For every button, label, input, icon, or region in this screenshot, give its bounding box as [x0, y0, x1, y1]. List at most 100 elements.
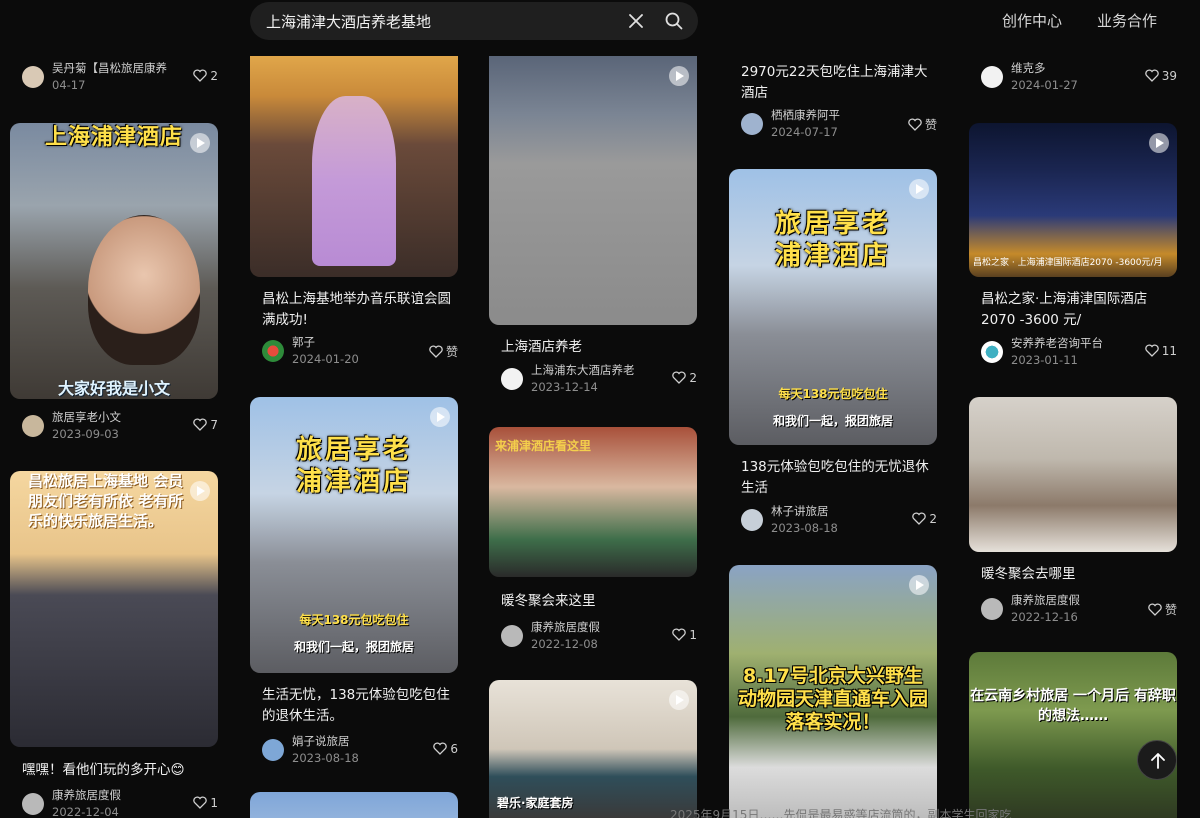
avatar[interactable]: [981, 66, 1003, 88]
play-icon: [669, 690, 689, 710]
author-name[interactable]: 上海浦东大酒店养老: [531, 362, 635, 378]
avatar[interactable]: [981, 341, 1003, 363]
card-meta[interactable]: 维克多 2024-01-27 39: [981, 60, 1177, 96]
card-meta[interactable]: 安养养老咨询平台 2023-01-11 11: [981, 335, 1177, 371]
search-icon[interactable]: [664, 11, 684, 31]
card-thumbnail[interactable]: [489, 56, 697, 325]
card-thumbnail[interactable]: [250, 56, 458, 277]
like-button[interactable]: 2: [912, 512, 937, 528]
thumbnail-overlay-caption: 昌松之家 · 上海浦津国际酒店2070 -3600元/月: [973, 258, 1163, 268]
heart-icon: [1144, 69, 1159, 85]
avatar[interactable]: [22, 66, 44, 88]
card-meta[interactable]: 娟子说旅居 2023-08-18 6: [262, 733, 458, 769]
post-date: 2022-12-04: [52, 805, 119, 818]
card-title[interactable]: 嘿嘿！看他们玩的多开心😊: [22, 760, 218, 781]
like-button[interactable]: 7: [193, 418, 218, 434]
card-title[interactable]: 暖冬聚会来这里: [501, 591, 697, 612]
like-button[interactable]: 赞: [429, 343, 458, 361]
card-meta[interactable]: 康养旅居度假 2022-12-08 1: [501, 619, 697, 655]
author-name[interactable]: 维克多: [1011, 60, 1046, 76]
avatar[interactable]: [501, 368, 523, 390]
nav-business-cooperation[interactable]: 业务合作: [1097, 10, 1157, 31]
card-meta[interactable]: 康养旅居度假 2022-12-04 1: [22, 787, 218, 818]
author-name[interactable]: 康养旅居度假: [531, 619, 600, 635]
like-button[interactable]: 赞: [1148, 601, 1177, 619]
like-button[interactable]: 1: [193, 796, 218, 812]
close-icon[interactable]: [626, 11, 646, 31]
avatar[interactable]: [741, 113, 763, 135]
post-date: 2024-01-20: [292, 352, 359, 366]
card-title[interactable]: 生活无忧，138元体验包吃包住的退休生活。: [262, 685, 458, 727]
like-count: 赞: [445, 345, 458, 359]
like-button[interactable]: 赞: [908, 116, 937, 134]
post-date: 2023-08-18: [292, 751, 359, 765]
card-meta[interactable]: 林子讲旅居 2023-08-18 2: [741, 503, 937, 539]
avatar[interactable]: [22, 415, 44, 437]
author-name[interactable]: 栖栖康养阿平: [771, 107, 840, 123]
like-button[interactable]: 11: [1144, 344, 1177, 360]
card-thumbnail[interactable]: 昌松旅居上海基地 会员朋友们老有所依 老有所乐的快乐旅居生活。: [10, 471, 218, 747]
heart-icon: [429, 345, 443, 361]
post-date: 2023-09-03: [52, 427, 119, 441]
card-thumbnail[interactable]: 旅居享老 浦津酒店 每天138元包吃包住 和我们一起，报团旅居: [250, 397, 458, 673]
play-icon: [190, 481, 210, 501]
avatar[interactable]: [981, 598, 1003, 620]
like-button[interactable]: 2: [672, 371, 697, 387]
like-button[interactable]: 1: [672, 628, 697, 644]
card-thumbnail[interactable]: [250, 792, 458, 818]
card-thumbnail[interactable]: 旅居享老 浦津酒店 每天138元包吃包住 和我们一起，报团旅居: [729, 169, 937, 445]
like-count: 2: [689, 371, 697, 385]
post-date: 2022-12-08: [531, 637, 598, 651]
author-name[interactable]: 康养旅居度假: [1011, 592, 1080, 608]
like-button[interactable]: 6: [433, 742, 458, 758]
card-title[interactable]: 138元体验包吃包住的无忧退休生活: [741, 457, 937, 499]
post-date: 2024-01-27: [1011, 78, 1078, 92]
card-meta[interactable]: 上海浦东大酒店养老 2023-12-14 2: [501, 362, 697, 398]
card-thumbnail[interactable]: 昌松之家 · 上海浦津国际酒店2070 -3600元/月: [969, 123, 1177, 277]
nav-creator-center[interactable]: 创作中心: [1002, 10, 1062, 31]
like-button[interactable]: 39: [1144, 69, 1177, 85]
post-date: 2023-01-11: [1011, 353, 1078, 367]
avatar[interactable]: [501, 625, 523, 647]
like-count: 11: [1161, 344, 1177, 358]
author-name[interactable]: 林子讲旅居: [771, 503, 829, 519]
play-icon: [909, 179, 929, 199]
search-bar[interactable]: 上海浦津大酒店养老基地: [250, 2, 698, 40]
card-title[interactable]: 2970元22天包吃住上海浦津大酒店: [741, 62, 937, 104]
avatar[interactable]: [22, 793, 44, 815]
like-button[interactable]: 2: [193, 69, 218, 85]
card-title[interactable]: 昌松上海基地举办音乐联谊会圆满成功!: [262, 289, 458, 331]
heart-icon: [1148, 603, 1162, 619]
card-meta[interactable]: 郭子 2024-01-20 赞: [262, 334, 458, 370]
author-name[interactable]: 康养旅居度假: [52, 787, 121, 803]
like-count: 7: [210, 418, 218, 432]
back-to-top-button[interactable]: [1137, 740, 1177, 780]
card-thumbnail[interactable]: 8.17号北京大兴野生动物园天津直通车入园落客实况！: [729, 565, 937, 818]
card-meta[interactable]: 栖栖康养阿平 2024-07-17 赞: [741, 107, 937, 143]
card-thumbnail[interactable]: 在云南乡村旅居 一个月后 有辞职的想法……: [969, 652, 1177, 818]
like-count: 2: [929, 512, 937, 526]
card-thumbnail[interactable]: 碧乐·家庭套房: [489, 680, 697, 818]
card-thumbnail[interactable]: [969, 397, 1177, 552]
card-meta[interactable]: 吴丹菊【昌松旅居康养 04-17 2: [22, 60, 218, 96]
author-name[interactable]: 安养养老咨询平台: [1011, 335, 1103, 351]
post-date: 04-17: [52, 78, 86, 92]
card-thumbnail[interactable]: 来浦津酒店看这里: [489, 427, 697, 577]
author-name[interactable]: 吴丹菊【昌松旅居康养: [52, 60, 167, 76]
author-name[interactable]: 旅居享老小文: [52, 409, 121, 425]
card-thumbnail[interactable]: 上海浦津酒店 大家好我是小文: [10, 123, 218, 399]
post-date: 2022-12-16: [1011, 610, 1078, 624]
card-meta[interactable]: 旅居享老小文 2023-09-03 7: [22, 409, 218, 445]
search-input[interactable]: 上海浦津大酒店养老基地: [266, 11, 431, 32]
card-title[interactable]: 昌松之家·上海浦津国际酒店2070 -3600 元/: [981, 289, 1177, 331]
author-name[interactable]: 郭子: [292, 334, 315, 350]
avatar[interactable]: [741, 509, 763, 531]
card-meta[interactable]: 康养旅居度假 2022-12-16 赞: [981, 592, 1177, 628]
avatar[interactable]: [262, 739, 284, 761]
card-title[interactable]: 暖冬聚会去哪里: [981, 564, 1177, 585]
post-date: 2023-08-18: [771, 521, 838, 535]
author-name[interactable]: 娟子说旅居: [292, 733, 350, 749]
card-title[interactable]: 上海酒店养老: [501, 337, 697, 358]
avatar[interactable]: [262, 340, 284, 362]
like-count: 39: [1161, 69, 1177, 83]
